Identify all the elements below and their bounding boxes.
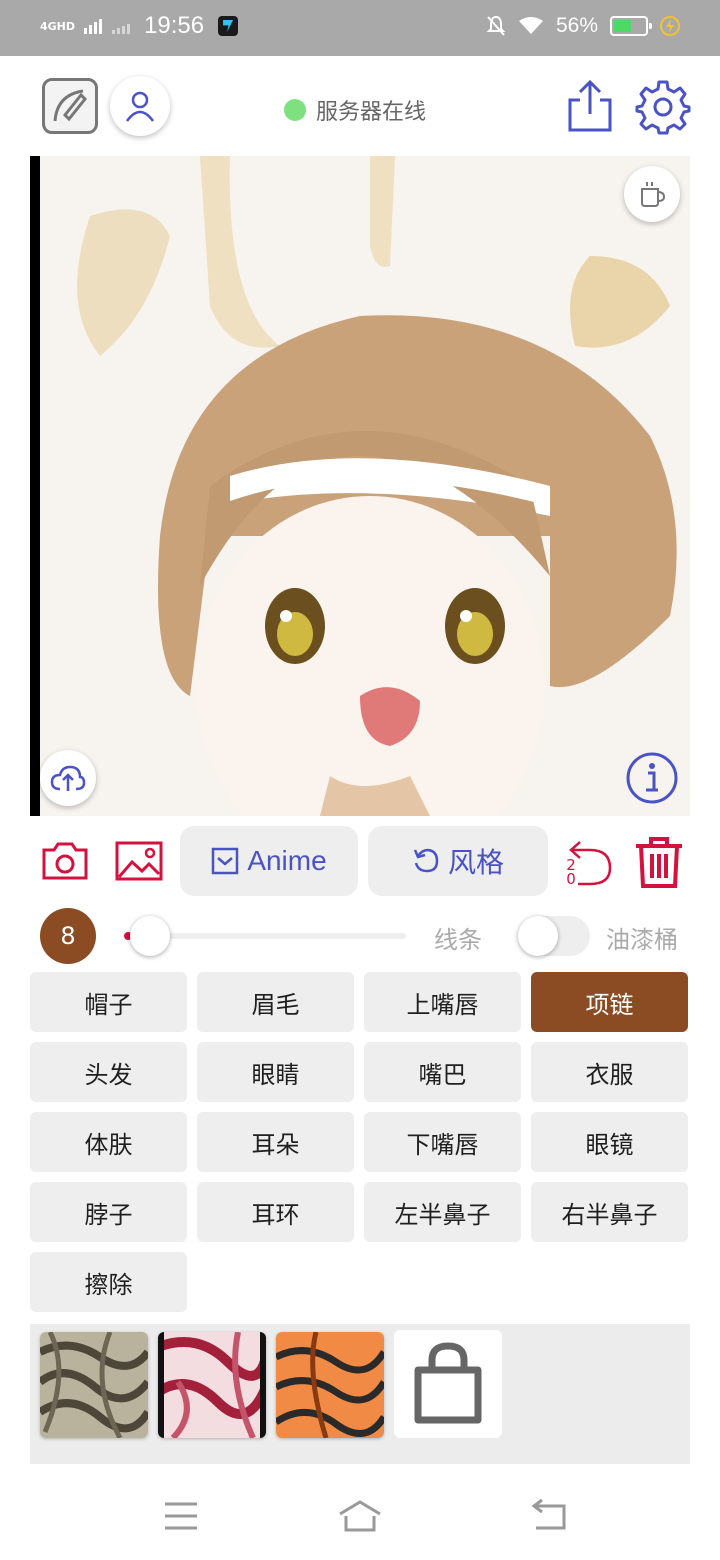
signal-2-icon <box>112 18 130 34</box>
battery-fill <box>614 20 631 32</box>
texture-swatch-3[interactable] <box>276 1332 384 1438</box>
top-bar: 服务器在线 <box>0 56 720 156</box>
part-button[interactable]: 上嘴唇 <box>364 972 521 1032</box>
part-button[interactable]: 脖子 <box>30 1182 187 1242</box>
mute-icon <box>486 15 506 36</box>
shopping-bag-icon <box>414 1342 482 1424</box>
upload-icon <box>50 765 86 791</box>
part-button[interactable]: 嘴巴 <box>364 1042 521 1102</box>
share-icon[interactable] <box>564 78 616 134</box>
app-notification-icon <box>218 16 239 36</box>
server-status: 服务器在线 <box>284 94 426 126</box>
menu-icon[interactable] <box>157 1496 205 1536</box>
checkbox-icon <box>212 847 239 875</box>
nav-bar <box>0 1478 720 1560</box>
clock: 19:56 <box>144 12 205 39</box>
undo-button[interactable]: 2 0 <box>560 836 616 888</box>
part-button[interactable]: 衣服 <box>531 1042 688 1102</box>
toolbar: Anime 风格 2 0 <box>0 826 720 898</box>
network-type: 4GHD <box>40 19 76 33</box>
texture-swatch-2[interactable] <box>158 1332 266 1438</box>
anime-label: Anime <box>247 845 327 876</box>
texture-swatch-1[interactable] <box>40 1332 148 1438</box>
parts-grid: 帽子 眉毛 上嘴唇 项链头发 眼睛 嘴巴 衣服体肤 耳朵 下嘴唇 眼镜脖子 耳环 左半鼻子 右半鼻子擦除 <box>30 972 690 1312</box>
user-button[interactable] <box>110 76 170 136</box>
image-icon[interactable] <box>114 838 164 884</box>
info-icon <box>626 752 678 804</box>
status-left: 4GHD 19:56 <box>40 12 239 40</box>
server-status-dot <box>284 99 306 121</box>
back-icon[interactable] <box>524 1496 572 1536</box>
toggle-knob <box>518 916 558 956</box>
canvas-edge <box>30 156 40 816</box>
anime-button[interactable]: Anime <box>180 826 358 896</box>
trash-icon[interactable] <box>632 834 686 890</box>
part-button[interactable]: 左半鼻子 <box>364 1182 521 1242</box>
coffee-icon <box>641 182 666 207</box>
status-right: 56% <box>486 14 680 38</box>
brush-row: 8 线条 油漆桶 <box>0 906 720 966</box>
part-button[interactable]: 耳环 <box>197 1182 354 1242</box>
drawing-canvas[interactable] <box>30 156 690 816</box>
status-bar: 4GHD 19:56 56% <box>0 0 720 56</box>
camera-icon[interactable] <box>40 838 90 884</box>
style-label: 风格 <box>447 847 504 878</box>
part-button[interactable]: 眼镜 <box>531 1112 688 1172</box>
wifi-icon <box>518 17 543 34</box>
sketch-button[interactable] <box>42 78 98 134</box>
home-icon[interactable] <box>336 1496 384 1536</box>
part-button[interactable]: 下嘴唇 <box>364 1112 521 1172</box>
line-label: 线条 <box>434 926 482 954</box>
refresh-icon <box>413 848 439 873</box>
battery-icon <box>610 16 652 36</box>
brush-size-indicator[interactable]: 8 <box>40 908 96 964</box>
bucket-toggle[interactable] <box>518 916 590 956</box>
texture-tray <box>30 1324 690 1464</box>
texture-store-button[interactable] <box>394 1330 502 1438</box>
part-button[interactable]: 眼睛 <box>197 1042 354 1102</box>
undo-count: 2 0 <box>566 856 576 888</box>
part-button[interactable]: 头发 <box>30 1042 187 1102</box>
part-button[interactable]: 耳朵 <box>197 1112 354 1172</box>
sketch-icon <box>53 89 88 122</box>
info-button[interactable] <box>624 750 680 806</box>
signal-icon <box>84 18 102 34</box>
user-icon <box>125 91 155 122</box>
donate-button[interactable] <box>624 166 680 222</box>
anime-portrait-image <box>30 156 690 816</box>
charging-icon <box>660 16 680 36</box>
battery-percent: 56% <box>555 14 598 37</box>
style-button[interactable]: 风格 <box>368 826 548 896</box>
slider-thumb[interactable] <box>130 916 170 956</box>
gear-icon[interactable] <box>634 78 692 136</box>
upload-button[interactable] <box>40 750 96 806</box>
part-button[interactable]: 体肤 <box>30 1112 187 1172</box>
part-button[interactable]: 帽子 <box>30 972 187 1032</box>
part-button[interactable]: 右半鼻子 <box>531 1182 688 1242</box>
part-button[interactable]: 眉毛 <box>197 972 354 1032</box>
part-button[interactable]: 项链 <box>531 972 688 1032</box>
part-button[interactable]: 擦除 <box>30 1252 187 1312</box>
server-status-text: 服务器在线 <box>316 100 427 125</box>
bucket-label: 油漆桶 <box>606 926 678 954</box>
